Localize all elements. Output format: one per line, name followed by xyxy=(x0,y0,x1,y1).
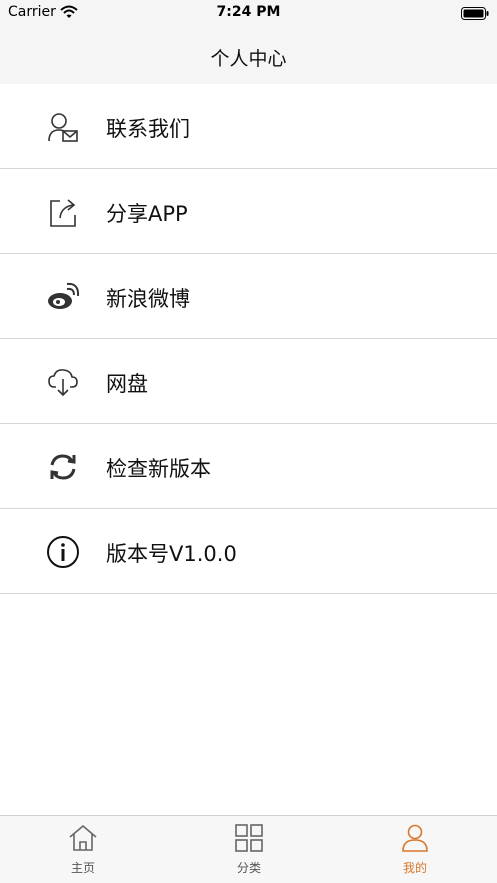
battery-icon xyxy=(461,5,489,24)
share-icon xyxy=(46,195,80,229)
menu-item-contact-us[interactable]: 联系我们 xyxy=(0,84,497,169)
menu-item-sina-weibo[interactable]: 新浪微博 xyxy=(0,254,497,339)
home-icon xyxy=(0,824,166,856)
tab-category[interactable]: 分类 xyxy=(166,816,332,883)
menu-item-label: 网盘 xyxy=(106,372,148,396)
menu-item-label: 检查新版本 xyxy=(106,457,211,481)
person-icon xyxy=(332,824,497,856)
info-icon xyxy=(46,535,80,569)
tab-label-mine: 我的 xyxy=(402,861,427,875)
menu-item-label: 新浪微博 xyxy=(106,287,190,311)
tab-bar: 主页 分类 我的 xyxy=(0,815,497,883)
tab-home[interactable]: 主页 xyxy=(0,816,166,883)
settings-menu-list: 联系我们 分享APP 新浪微博 网盘 检查新版本 版本号V1.0.0 xyxy=(0,84,497,594)
tab-mine[interactable]: 我的 xyxy=(332,816,497,883)
menu-item-label: 分享APP xyxy=(106,202,188,226)
status-time: 7:24 PM xyxy=(216,4,281,20)
menu-item-label: 版本号V1.0.0 xyxy=(106,542,237,566)
menu-item-check-update[interactable]: 检查新版本 xyxy=(0,424,497,509)
status-bar: Carrier 7:24 PM xyxy=(0,0,497,24)
cloud-download-icon xyxy=(46,365,80,399)
navigation-bar: 个人中心 xyxy=(0,24,497,84)
tab-label-home: 主页 xyxy=(70,861,95,875)
menu-item-label: 联系我们 xyxy=(106,117,190,141)
refresh-icon xyxy=(46,450,80,484)
weibo-icon xyxy=(46,280,80,314)
grid-icon xyxy=(166,824,332,856)
page-title: 个人中心 xyxy=(210,48,287,70)
menu-item-version[interactable]: 版本号V1.0.0 xyxy=(0,509,497,594)
tab-label-category: 分类 xyxy=(236,861,261,875)
menu-item-cloud-drive[interactable]: 网盘 xyxy=(0,339,497,424)
contact-user-mail-icon xyxy=(46,110,80,144)
menu-item-share-app[interactable]: 分享APP xyxy=(0,169,497,254)
